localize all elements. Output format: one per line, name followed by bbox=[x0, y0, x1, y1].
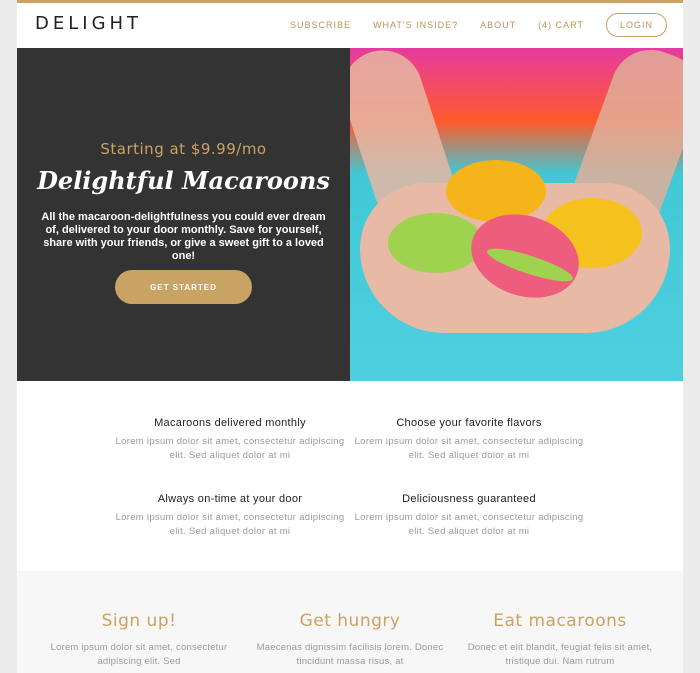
hero-subtitle: Starting at $9.99/mo bbox=[100, 140, 267, 158]
step-title: Eat macaroons bbox=[493, 611, 627, 631]
hero-image bbox=[350, 48, 683, 381]
hero-description: All the macaroon-delightfulness you coul… bbox=[41, 211, 326, 262]
step-text: Lorem ipsum dolor sit amet, consectetur … bbox=[50, 642, 228, 667]
step-text: Donec et elit blandit, feugiat felis sit… bbox=[467, 642, 653, 667]
nav-cart-link[interactable]: (4) CART bbox=[538, 20, 584, 30]
steps-section: Sign up! Lorem ipsum dolor sit amet, con… bbox=[17, 571, 683, 673]
main-nav: SUBSCRIBE WHAT'S INSIDE? ABOUT (4) CART … bbox=[268, 13, 667, 37]
hero-panel: Starting at $9.99/mo Delightful Macaroon… bbox=[17, 48, 350, 381]
site-logo[interactable]: DELIGHT bbox=[35, 13, 142, 34]
step-item: Sign up! Lorem ipsum dolor sit amet, con… bbox=[39, 611, 239, 669]
feature-item: Choose your favorite flavors Lorem ipsum… bbox=[349, 417, 589, 463]
macaroon-green bbox=[388, 213, 483, 273]
step-text: Maecenas dignissim facilisis lorem. Done… bbox=[256, 642, 444, 667]
feature-item: Macaroons delivered monthly Lorem ipsum … bbox=[110, 417, 350, 463]
nav-subscribe-link[interactable]: SUBSCRIBE bbox=[290, 20, 351, 30]
step-item: Eat macaroons Donec et elit blandit, feu… bbox=[460, 611, 660, 669]
nav-about-link[interactable]: ABOUT bbox=[480, 20, 516, 30]
macaroon-yellow bbox=[446, 160, 546, 222]
feature-title: Always on-time at your door bbox=[157, 493, 303, 505]
feature-item: Always on-time at your door Lorem ipsum … bbox=[110, 493, 350, 539]
feature-item: Deliciousness guaranteed Lorem ipsum dol… bbox=[349, 493, 589, 539]
nav-whats-inside-link[interactable]: WHAT'S INSIDE? bbox=[373, 20, 458, 30]
step-item: Get hungry Maecenas dignissim facilisis … bbox=[250, 611, 450, 669]
step-title: Sign up! bbox=[101, 611, 177, 631]
site-header: DELIGHT SUBSCRIBE WHAT'S INSIDE? ABOUT (… bbox=[17, 3, 683, 48]
get-started-button[interactable]: GET STARTED bbox=[115, 270, 252, 304]
feature-text: Lorem ipsum dolor sit amet, consectetur … bbox=[115, 512, 345, 537]
feature-title: Choose your favorite flavors bbox=[396, 417, 542, 429]
feature-text: Lorem ipsum dolor sit amet, consectetur … bbox=[354, 512, 584, 537]
features-section: Macaroons delivered monthly Lorem ipsum … bbox=[17, 381, 683, 571]
feature-title: Deliciousness guaranteed bbox=[402, 493, 536, 505]
step-title: Get hungry bbox=[299, 611, 401, 631]
hero-title: Delightful Macaroons bbox=[37, 166, 330, 195]
page: DELIGHT SUBSCRIBE WHAT'S INSIDE? ABOUT (… bbox=[17, 0, 683, 673]
feature-text: Lorem ipsum dolor sit amet, consectetur … bbox=[115, 436, 345, 461]
feature-title: Macaroons delivered monthly bbox=[154, 417, 306, 429]
feature-text: Lorem ipsum dolor sit amet, consectetur … bbox=[354, 436, 584, 461]
login-button[interactable]: LOGIN bbox=[605, 13, 667, 37]
